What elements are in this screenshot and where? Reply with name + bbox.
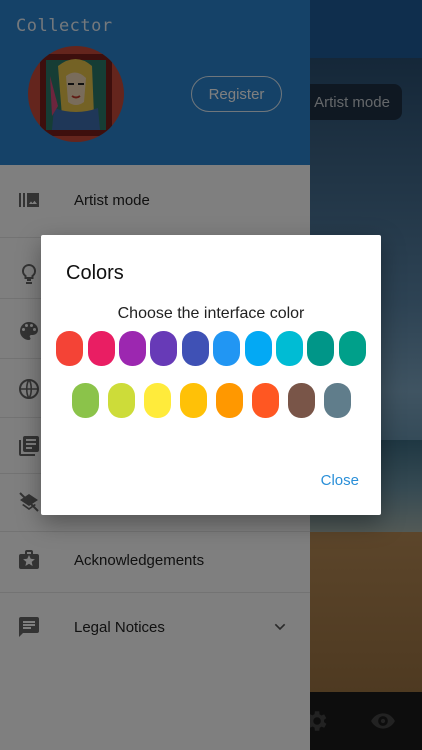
color-swatch-row [41,331,381,366]
color-swatch[interactable] [251,383,279,418]
colors-dialog: Colors Choose the interface color Close [41,235,381,515]
color-swatch[interactable] [323,383,351,418]
close-button[interactable]: Close [321,472,359,489]
dialog-title: Colors [66,262,124,284]
color-swatch[interactable] [179,383,207,418]
color-swatch[interactable] [150,331,178,366]
dialog-subtitle: Choose the interface color [117,305,305,322]
color-swatch[interactable] [87,331,115,366]
color-swatch[interactable] [143,383,171,418]
color-swatch[interactable] [244,331,272,366]
color-swatch[interactable] [71,383,99,418]
color-swatch[interactable] [107,383,135,418]
color-swatch[interactable] [287,383,315,418]
color-swatch-row [41,383,381,418]
color-swatch[interactable] [213,331,241,366]
color-swatch[interactable] [181,331,209,366]
color-swatch[interactable] [56,331,84,366]
color-swatch[interactable] [307,331,335,366]
color-swatch[interactable] [119,331,147,366]
color-swatch[interactable] [215,383,243,418]
color-swatch[interactable] [338,331,366,366]
color-swatch[interactable] [275,331,303,366]
